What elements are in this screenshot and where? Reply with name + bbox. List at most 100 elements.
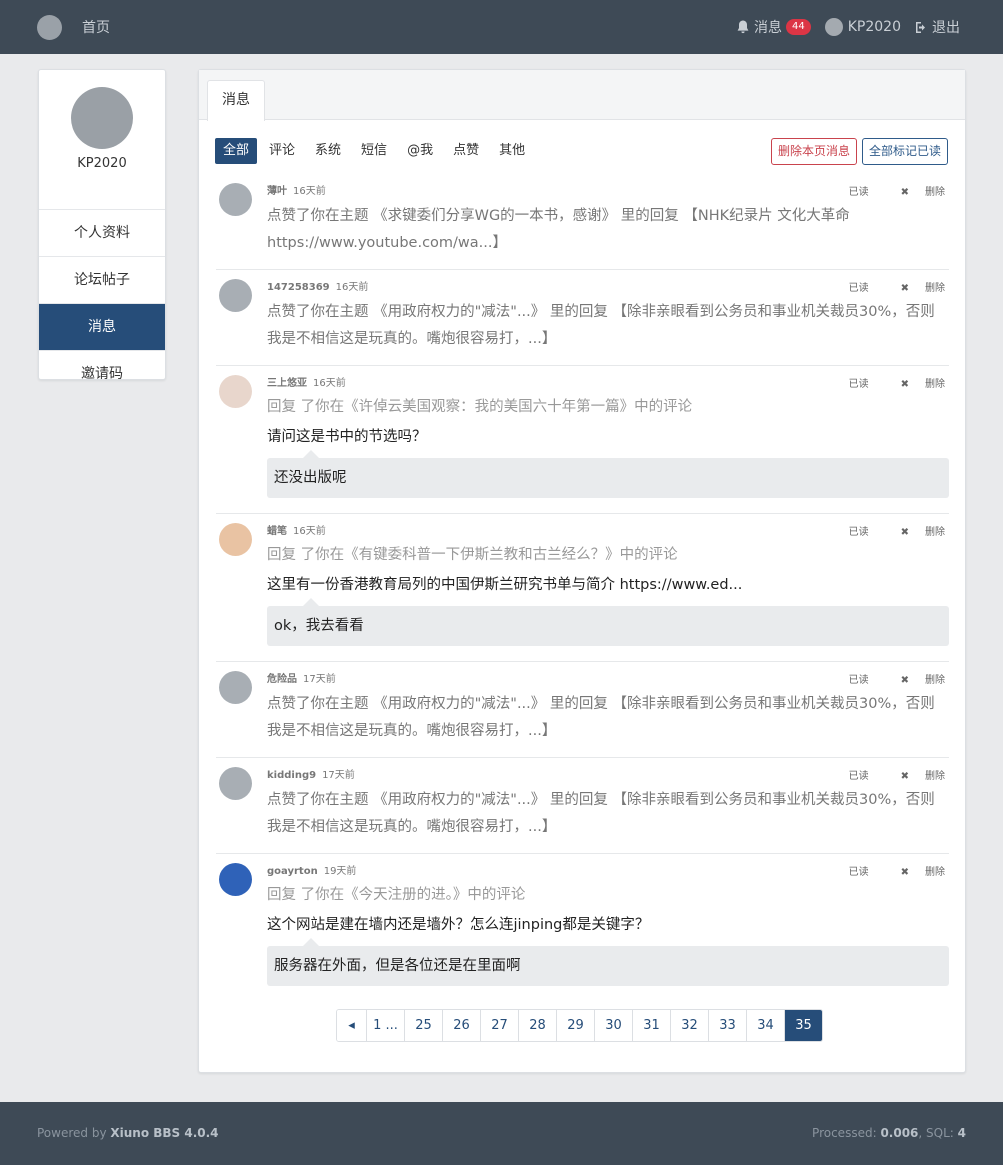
delete-link[interactable]: ✖ 删除 [885,279,945,294]
message-username[interactable]: kidding9 [267,770,316,781]
reply-summary[interactable]: 回复 了你在《今天注册的进。》中的评论 [267,883,947,907]
message-ops: 已读 ✖ 删除 [833,375,945,390]
nav-logout-label: 退出 [932,20,960,36]
filter-mentions[interactable]: @我 [399,138,441,164]
quoted-comment: 请问这是书中的节选吗？ [267,429,427,445]
page-link[interactable]: 30 [594,1010,632,1041]
page-link[interactable]: 34 [746,1010,784,1041]
close-icon: ✖ [900,527,909,538]
avatar[interactable] [219,183,252,216]
message-time: 16天前 [313,378,346,389]
delete-label: 删除 [925,771,945,782]
message-list: 薄叶 16天前 已读 ✖ 删除 点赞了你在主题 《求键委们分享WG的一本书，感谢》 里… [216,174,949,1002]
message-ops: 已读 ✖ 删除 [833,863,945,878]
mark-read-link[interactable]: 已读 [849,671,869,686]
nav-logout-link[interactable]: 退出 [915,17,960,37]
delete-link[interactable]: ✖ 删除 [885,523,945,538]
filter-comments[interactable]: 评论 [261,138,303,164]
profile-avatar[interactable] [71,87,133,149]
page-link[interactable]: 33 [708,1010,746,1041]
avatar[interactable] [219,279,252,312]
avatar[interactable] [219,863,252,896]
message-text[interactable]: 点赞了你在主题 《用政府权力的"减法"...》 里的回复 【除非亲眼看到公务员和… [267,299,947,353]
tab-messages[interactable]: 消息 [207,80,265,121]
close-icon: ✖ [900,379,909,390]
user-avatar-small [824,18,843,36]
page-prev-icon[interactable]: ◂ [337,1010,366,1041]
filter-all[interactable]: 全部 [215,138,258,164]
reply-summary[interactable]: 回复 了你在《有键委科普一下伊斯兰教和古兰经么？》中的评论 [267,543,947,567]
site-logo[interactable] [37,15,62,40]
sidebar-item-posts[interactable]: 论坛帖子 [39,257,165,304]
mark-read-link[interactable]: 已读 [849,183,869,198]
nav-messages-link[interactable]: 消息 44 [737,17,811,37]
quoted-comment: 这个网站是建在墙内还是墙外？怎么连jinping都是关键字？ [267,917,650,933]
reply-bubble: 服务器在外面，但是各位还是在里面啊 [267,938,949,986]
delete-link[interactable]: ✖ 删除 [885,767,945,782]
delete-page-messages-button[interactable]: 删除本页消息 [770,138,857,165]
avatar[interactable] [219,671,252,704]
delete-label: 删除 [925,675,945,686]
page-current[interactable]: 35 [784,1010,822,1041]
page-link[interactable]: 25 [404,1010,442,1041]
close-icon: ✖ [900,283,909,294]
message-text[interactable]: 点赞了你在主题 《用政府权力的"减法"...》 里的回复 【除非亲眼看到公务员和… [267,787,947,841]
avatar[interactable] [219,767,252,800]
filter-system[interactable]: 系统 [307,138,349,164]
mark-read-link[interactable]: 已读 [849,375,869,390]
message-ops: 已读 ✖ 删除 [833,671,945,686]
card-header: 消息 [199,70,965,121]
message-text[interactable]: 点赞了你在主题 《求键委们分享WG的一本书，感谢》 里的回复 【NHK纪录片 文… [267,203,947,257]
powered-name[interactable]: Xiuno BBS 4.0.4 [110,1126,218,1140]
message-ops: 已读 ✖ 删除 [833,279,945,294]
sidebar-item-profile[interactable]: 个人资料 [39,210,165,257]
page-link[interactable]: 26 [442,1010,480,1041]
mark-all-read-button[interactable]: 全部标记已读 [861,138,948,165]
message-time: 19天前 [323,866,357,877]
sidebar-item-invite-code[interactable]: 邀请码 [39,351,165,398]
page-link[interactable]: 28 [518,1010,556,1041]
sidebar-item-messages[interactable]: 消息 [39,304,165,351]
message-time: 17天前 [303,674,336,685]
pagination: ◂ 1 ... 25 26 27 28 29 30 31 32 33 34 35 [336,1009,823,1042]
delete-link[interactable]: ✖ 删除 [885,863,945,878]
message-meta: 蜡笔 16天前 [267,522,326,537]
reply-summary[interactable]: 回复 了你在《许倬云美国观察：我的美国六十年第一篇》中的评论 [267,395,947,419]
message-username[interactable]: goayrton [267,866,318,877]
page-link[interactable]: 32 [670,1010,708,1041]
delete-link[interactable]: ✖ 删除 [885,671,945,686]
mark-read-link[interactable]: 已读 [849,767,869,782]
message-time: 16天前 [293,186,326,197]
close-icon: ✖ [900,771,909,782]
filter-other[interactable]: 其他 [491,138,533,164]
message-time: 16天前 [335,282,369,293]
sql-value: 4 [957,1126,966,1140]
powered-by: Powered by Xiuno BBS 4.0.4 [37,1126,219,1140]
message-username[interactable]: 薄叶 [267,186,287,197]
delete-link[interactable]: ✖ 删除 [885,375,945,390]
page-link[interactable]: 27 [480,1010,518,1041]
message-text[interactable]: 点赞了你在主题 《用政府权力的"减法"...》 里的回复 【除非亲眼看到公务员和… [267,691,947,745]
filter-likes[interactable]: 点赞 [445,138,487,164]
nav-home-link[interactable]: 首页 [82,17,110,37]
page-link[interactable]: 31 [632,1010,670,1041]
quoted-comment: 这里有一份香港教育局列的中国伊斯兰研究书单与简介 https://www.ed.… [267,577,743,593]
message-username[interactable]: 147258369 [267,282,330,293]
page-link[interactable]: 29 [556,1010,594,1041]
filter-sms[interactable]: 短信 [353,138,395,164]
message-username[interactable]: 三上悠亚 [267,378,307,389]
list-item: 薄叶 16天前 已读 ✖ 删除 点赞了你在主题 《求键委们分享WG的一本书，感谢》 里… [216,174,949,270]
mark-read-link[interactable]: 已读 [849,279,869,294]
page-first[interactable]: 1 ... [366,1010,404,1041]
avatar[interactable] [219,375,252,408]
nav-user-link[interactable]: KP2020 [824,18,901,36]
message-username[interactable]: 危险品 [267,674,297,685]
avatar[interactable] [219,523,252,556]
processing-stats: Processed: 0.006, SQL: 4 [812,1126,966,1140]
logout-icon [916,21,925,33]
message-username[interactable]: 蜡笔 [267,526,287,537]
delete-link[interactable]: ✖ 删除 [885,183,945,198]
mark-read-link[interactable]: 已读 [849,863,869,878]
delete-label: 删除 [925,527,945,538]
mark-read-link[interactable]: 已读 [849,523,869,538]
